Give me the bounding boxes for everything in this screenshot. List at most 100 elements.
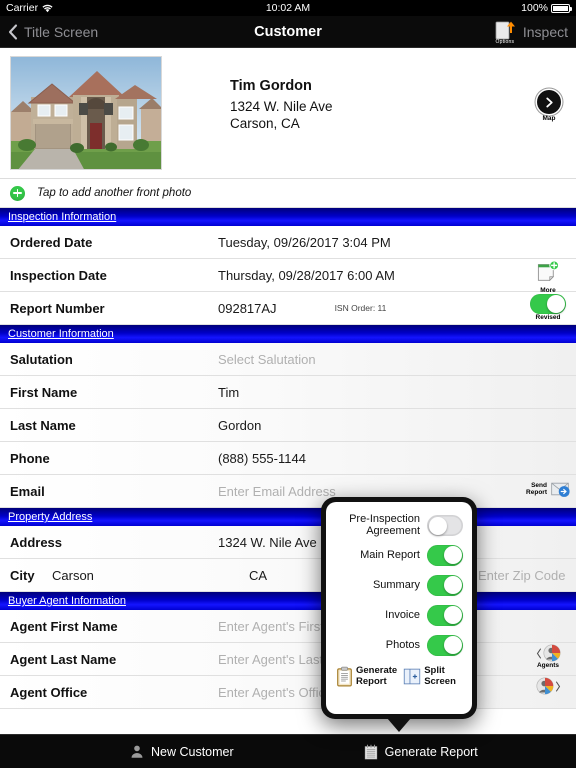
table-row[interactable]: Phone (888) 555-1144	[0, 442, 576, 475]
send-report-button[interactable]: Send Report	[524, 479, 572, 499]
agents-icon	[542, 644, 561, 662]
back-button-label: Title Screen	[24, 23, 99, 40]
table-row[interactable]: Email Enter Email Address Send Report	[0, 475, 576, 508]
photos-switch[interactable]	[427, 634, 463, 656]
agents-icon	[535, 677, 554, 695]
row-label: First Name	[10, 384, 78, 400]
row-label: Agent First Name	[10, 618, 118, 634]
popover-toggle-label: Main Report	[360, 549, 420, 561]
chevron-left-icon	[536, 647, 541, 659]
zip-field[interactable]: Enter Zip Code	[478, 568, 565, 583]
row-label: Agent Last Name	[10, 651, 117, 667]
isn-order-label: ISN Order: 11	[334, 303, 387, 313]
row-label: Report Number	[10, 300, 105, 316]
popover-toggle-row[interactable]: Pre-Inspection Agreement	[335, 510, 463, 540]
split-screen-icon	[404, 668, 421, 685]
label-line1: Generate	[356, 665, 398, 676]
options-button[interactable]: Options	[493, 20, 517, 45]
popover-toggle-row[interactable]: Main Report	[335, 540, 463, 570]
send-mail-icon	[551, 482, 570, 497]
note-add-icon	[537, 260, 559, 282]
row-label: Last Name	[10, 417, 76, 433]
section-header-customer-information[interactable]: Customer Information	[0, 325, 576, 343]
status-time: 10:02 AM	[265, 2, 311, 14]
table-row[interactable]: Address 1324 W. Nile Ave	[0, 526, 576, 559]
notepad-icon	[364, 744, 377, 759]
summary-switch[interactable]	[427, 574, 463, 596]
section-header-buyer-agent-information[interactable]: Buyer Agent Information	[0, 592, 576, 610]
label-line1: Split	[424, 665, 445, 676]
house-front-photo[interactable]	[10, 56, 162, 170]
pre-inspection-agreement-switch[interactable]	[427, 514, 463, 536]
first-name-field[interactable]: Tim	[218, 385, 239, 400]
email-field[interactable]: Enter Email Address	[218, 484, 336, 499]
map-button-label: Map	[542, 115, 556, 122]
state-field[interactable]: CA	[249, 568, 267, 583]
popover-toggle-label: Photos	[385, 639, 420, 651]
invoice-switch[interactable]	[427, 604, 463, 626]
section-header-property-address[interactable]: Property Address	[0, 508, 576, 526]
popover-toggle-row[interactable]: Summary	[335, 570, 463, 600]
content-scroll-area[interactable]: Tim Gordon 1324 W. Nile Ave Carson, CA M…	[0, 48, 576, 734]
row-label: Salutation	[10, 351, 73, 367]
section-title: Property Address	[8, 511, 93, 523]
last-name-field[interactable]: Gordon	[218, 418, 261, 433]
generate-report-button-label: Generate Report	[356, 665, 398, 687]
split-screen-button[interactable]: Split Screen	[403, 665, 456, 687]
table-row[interactable]: Last Name Gordon	[0, 409, 576, 442]
table-row[interactable]: Agent Last Name Enter Agent's Last Name	[0, 643, 576, 676]
table-row[interactable]: Inspection Date Thursday, 09/28/2017 6:0…	[0, 259, 576, 294]
agents-next-button[interactable]	[524, 677, 572, 695]
battery-full-icon	[551, 3, 572, 13]
split-screen-button-label: Split Screen	[424, 665, 456, 687]
table-row[interactable]: Agent Office Enter Agent's Office	[0, 676, 576, 709]
popover-toggle-row[interactable]: Photos	[335, 630, 463, 660]
bottom-toolbar: New Customer Generate Report	[0, 734, 576, 768]
popover-toggle-row[interactable]: Invoice	[335, 600, 463, 630]
add-front-photo-row[interactable]: Tap to add another front photo	[0, 178, 576, 208]
battery-percent-label: 100%	[521, 2, 548, 14]
table-row[interactable]: First Name Tim	[0, 376, 576, 409]
agents-button[interactable]: Agents	[524, 644, 572, 669]
table-row[interactable]: Ordered Date Tuesday, 09/26/2017 3:04 PM	[0, 226, 576, 259]
row-label: Agent Office	[10, 684, 88, 700]
row-value: Thursday, 09/28/2017 6:00 AM	[218, 267, 395, 283]
address-field[interactable]: 1324 W. Nile Ave	[218, 535, 317, 550]
city-field[interactable]: Carson	[52, 568, 94, 583]
chevron-right-circle-icon	[537, 90, 561, 114]
options-button-label: Options	[495, 38, 515, 45]
table-row[interactable]: City Carson CA Enter Zip Code	[0, 559, 576, 592]
phone-field[interactable]: (888) 555-1144	[218, 451, 306, 466]
clipboard-icon	[337, 666, 352, 687]
label-line2: Report	[356, 675, 387, 687]
customer-summary: Tim Gordon 1324 W. Nile Ave Carson, CA	[230, 56, 333, 178]
new-customer-button[interactable]: New Customer	[130, 744, 234, 759]
agent-office-field[interactable]: Enter Agent's Office	[218, 685, 332, 700]
row-label: Phone	[10, 450, 50, 466]
label-line2: Screen	[424, 675, 456, 687]
section-header-inspection-information[interactable]: Inspection Information	[0, 208, 576, 226]
row-label: Ordered Date	[10, 234, 93, 250]
main-report-switch[interactable]	[427, 544, 463, 566]
inspect-button[interactable]: Inspect	[523, 24, 568, 40]
status-bar-right: 100%	[521, 2, 572, 14]
back-button[interactable]: Title Screen	[8, 24, 98, 40]
generate-report-button[interactable]: Generate Report	[336, 665, 398, 687]
popover-toggle-label-text: Pre-Inspection Agreement	[349, 513, 420, 537]
more-button[interactable]: More	[524, 260, 572, 294]
map-button[interactable]: Map	[532, 90, 566, 122]
row-value: 092817AJ	[218, 300, 277, 316]
table-row[interactable]: Agent First Name Enter Agent's First Nam…	[0, 610, 576, 643]
popover-toggle-label: Pre-Inspection Agreement	[336, 513, 420, 537]
section-title: Inspection Information	[8, 211, 117, 223]
switch-on-icon	[530, 294, 566, 314]
salutation-field[interactable]: Select Salutation	[218, 352, 316, 367]
customer-address-line2: Carson, CA	[230, 116, 300, 131]
chevron-right-icon	[555, 680, 560, 692]
revised-toggle[interactable]: Revised	[524, 294, 572, 321]
table-row[interactable]: Salutation Select Salutation	[0, 343, 576, 376]
table-row[interactable]: Report Number 092817AJ ISN Order: 11 Rev…	[0, 292, 576, 325]
chevron-left-icon	[8, 23, 18, 40]
generate-report-toolbar-button[interactable]: Generate Report	[364, 744, 478, 760]
row-label: Address	[10, 534, 63, 550]
